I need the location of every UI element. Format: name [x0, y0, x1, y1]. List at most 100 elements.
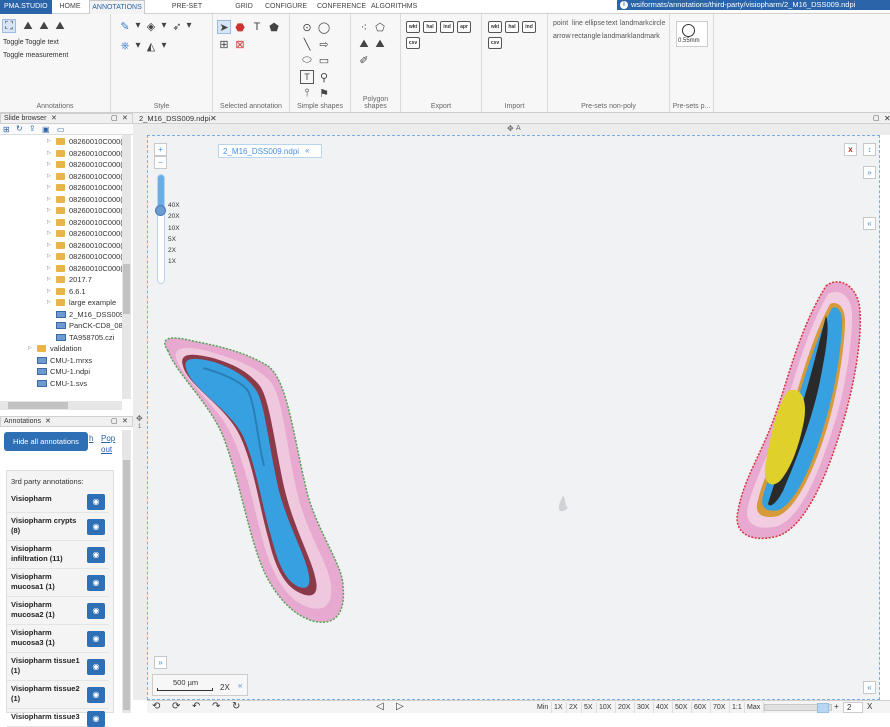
toggle-extra-icon[interactable]: ⛰	[53, 19, 67, 33]
close-icon[interactable]: ✕	[51, 114, 57, 124]
doc-tab-label[interactable]: 2_M16_DSS009.ndpi	[139, 113, 210, 124]
close-annotations-button[interactable]: x	[844, 143, 857, 156]
zoom-preset-button[interactable]: 20X	[616, 702, 635, 713]
pin-icon[interactable]: ⫯	[300, 86, 314, 100]
move-icon[interactable]: ✥	[507, 124, 514, 133]
expand-arrow-icon[interactable]: ▷	[47, 274, 51, 286]
page-input[interactable]: 2	[843, 702, 863, 713]
tree-item[interactable]: ▷ 08260010C000(	[0, 171, 122, 183]
expand-arrow-icon[interactable]: ▷	[47, 286, 51, 298]
pen-color-icon[interactable]: ✎	[117, 18, 133, 34]
tree-item[interactable]: CMU-1.ndpi	[0, 366, 122, 378]
zoom-level-5x[interactable]: 5X	[168, 234, 180, 245]
point-icon[interactable]: ⊙	[300, 20, 314, 34]
tree-hscrollbar[interactable]	[0, 401, 122, 410]
tab-grid[interactable]: GRID	[233, 0, 255, 14]
tree-item[interactable]: ▷ 08260010C000(	[0, 240, 122, 252]
info-icon[interactable]: i	[620, 1, 628, 9]
annotations-scroll-thumb[interactable]	[123, 460, 130, 710]
flag-icon[interactable]: ⚑	[317, 86, 331, 100]
expand-arrow-icon[interactable]: ▷	[47, 182, 51, 194]
grid-select-icon[interactable]: ⊞	[217, 37, 231, 51]
close-viewer-button[interactable]: X	[867, 702, 872, 711]
zoom-range-slider[interactable]	[764, 703, 832, 713]
close-icon[interactable]: ✕	[884, 113, 890, 124]
circle-icon[interactable]: ◯	[317, 20, 331, 34]
tissue-right[interactable]	[736, 281, 862, 540]
text-icon[interactable]: T	[300, 70, 314, 84]
preset-ellipse[interactable]: ellipse	[585, 20, 605, 27]
ellipse-icon[interactable]: ⬭	[300, 53, 314, 67]
eye-icon[interactable]: ◉	[87, 575, 105, 591]
delete-annotation-icon[interactable]: ⬣	[233, 20, 247, 34]
expand-arrow-icon[interactable]: ▷	[47, 263, 51, 275]
tree-item[interactable]: ▷ 6.6.1	[0, 286, 122, 298]
tissue-left[interactable]	[164, 337, 345, 623]
eye-icon[interactable]: ◉	[87, 494, 105, 510]
preset-landmark-3[interactable]: landmark	[631, 33, 660, 40]
zoom-level-10x[interactable]: 10X	[168, 223, 180, 234]
expand-arrow-icon[interactable]: ▷	[47, 240, 51, 252]
expand-arrow-icon[interactable]: ▷	[47, 136, 51, 148]
eye-icon[interactable]: ◉	[87, 603, 105, 619]
eye-icon[interactable]: ◉	[87, 519, 105, 535]
preset-landmark-2[interactable]: landmark	[602, 33, 631, 40]
opacity-icon[interactable]: ⎈	[117, 38, 133, 54]
preset-text[interactable]: text	[606, 20, 617, 27]
expand-arrow-icon[interactable]: ▷	[47, 217, 51, 229]
refresh-icon[interactable]: ↻	[232, 701, 240, 712]
line-style-icon[interactable]: ➶	[169, 18, 185, 34]
close-icon[interactable]: ✕	[122, 114, 128, 124]
toggle-text-button[interactable]: Toggle text	[25, 39, 59, 46]
expand-arrow-icon[interactable]: ▷	[47, 297, 51, 309]
expand-arrow-icon[interactable]: ▷	[47, 228, 51, 240]
zoom-preset-button[interactable]: 10X	[597, 702, 616, 713]
monitor-icon[interactable]: ▭	[57, 125, 65, 134]
tab-algorithms[interactable]: ALGORITHMS	[371, 0, 417, 14]
tree-item[interactable]: CMU-1.mrxs	[0, 355, 122, 367]
zoom-in-button[interactable]: +	[154, 143, 167, 156]
tree-item[interactable]: ▷ 08260010C000(	[0, 251, 122, 263]
expand-vertical-icon[interactable]: ↕	[863, 143, 876, 156]
zoom-level-20x[interactable]: 20X	[168, 211, 180, 222]
toggle-measurement-icon[interactable]: ⛰	[37, 19, 51, 33]
zoom-level-1x[interactable]: 1X	[168, 256, 180, 267]
zoom-preset-button[interactable]: 50X	[673, 702, 692, 713]
tree-scrollbar[interactable]	[122, 135, 131, 399]
tree-item[interactable]: 2_M16_DSS009	[0, 309, 122, 321]
zoom-preset-button[interactable]: Max	[745, 702, 764, 713]
edit-text-icon[interactable]: T	[250, 20, 264, 34]
freehand-icon[interactable]: ✐	[357, 53, 371, 67]
pop-out-link[interactable]: Pop out	[101, 433, 119, 455]
chevron-down-icon[interactable]: ▾	[185, 20, 193, 31]
chevron-down-icon[interactable]: ▾	[160, 20, 168, 31]
toggle-button[interactable]: Toggle	[3, 39, 24, 46]
collapse-icon[interactable]: «	[863, 217, 876, 230]
zoom-level-40x[interactable]: 40X	[168, 200, 180, 211]
tree-item[interactable]: ▷ 08260010C000(	[0, 182, 122, 194]
tree-scroll-thumb[interactable]	[123, 264, 130, 314]
refresh-link[interactable]: h	[89, 434, 93, 443]
grid-view-icon[interactable]: ⊞	[3, 125, 10, 134]
import-hal-button[interactable]: hal	[505, 21, 519, 33]
redo-icon[interactable]: ↷	[212, 701, 220, 712]
import-csv-button[interactable]: csv	[488, 37, 502, 49]
tree-item[interactable]: ▷ 08260010C000(	[0, 228, 122, 240]
brand-logo[interactable]: PMA.STUDIO	[0, 0, 52, 14]
zoom-preset-button[interactable]: 70X	[711, 702, 730, 713]
rotate-reset-icon[interactable]: ⟳	[172, 701, 180, 712]
close-icon[interactable]: ✕	[45, 417, 51, 427]
grid-delete-icon[interactable]: ⊠	[233, 37, 247, 51]
maximize-icon[interactable]: ▢	[111, 114, 118, 124]
preset-point[interactable]: point	[553, 20, 568, 27]
previous-icon[interactable]: ◁	[376, 701, 384, 712]
rectangle-icon[interactable]: ▭	[317, 53, 331, 67]
zoom-plus[interactable]: +	[834, 702, 839, 711]
select-pointer-icon[interactable]: ➤	[217, 20, 231, 34]
tab-preset-annotation[interactable]: PRE-SET ANNOTATION	[151, 0, 223, 24]
maximize-icon[interactable]: ▢	[111, 417, 118, 427]
expand-arrow-icon[interactable]: ▷	[47, 148, 51, 160]
zoom-preset-button[interactable]: 40X	[654, 702, 673, 713]
toggle-annotations-icon[interactable]: ⛶	[2, 19, 16, 33]
expand-arrow-icon[interactable]: ▷	[47, 205, 51, 217]
